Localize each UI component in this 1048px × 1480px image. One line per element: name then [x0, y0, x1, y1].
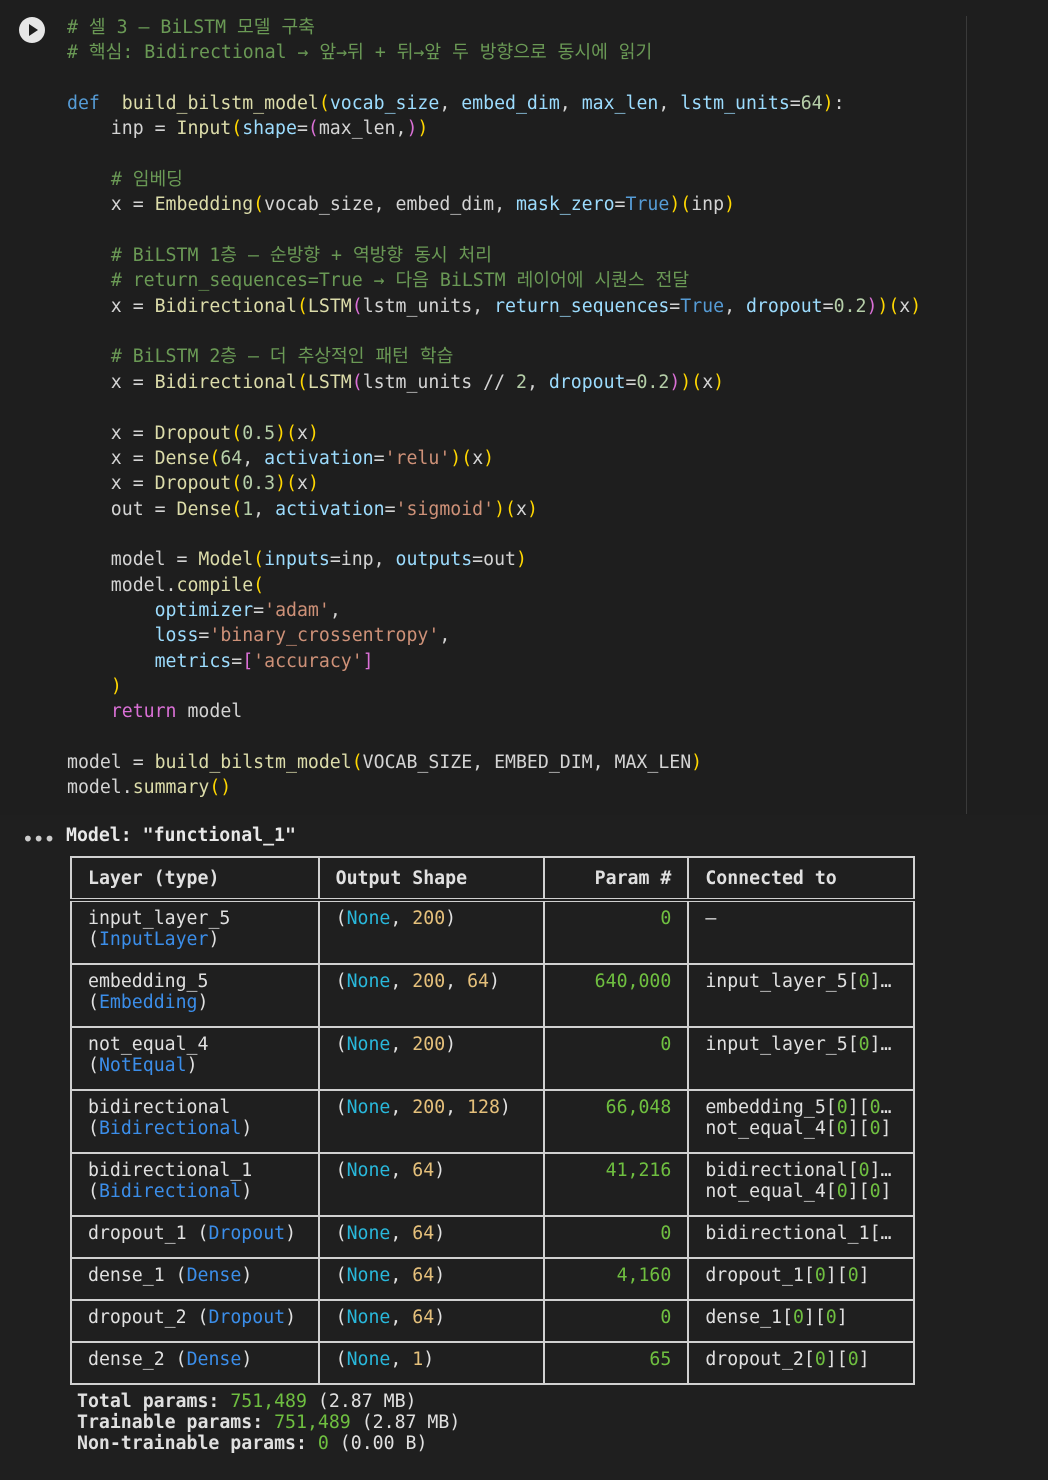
connected-cell: input_layer_5[0]… — [687, 963, 915, 1028]
connected-cell: dropout_1[0][0] — [687, 1257, 915, 1301]
code-line: # BiLSTM 1층 — 순방향 + 역방향 동시 처리 — [110, 245, 492, 267]
model-summary-table: Layer (type) Output Shape Param # Connec… — [70, 856, 915, 1385]
table-row: bidirectional_1 (Bidirectional) (None, 64)… — [70, 1152, 915, 1217]
table-row: bidirectional (Bidirectional) (None, 200, … — [70, 1089, 915, 1154]
code-line: inp = Input(shape=(max_len,)) — [67, 118, 429, 140]
cell-output: ••• Model: "functional_1" Layer (type) O… — [0, 815, 1048, 1480]
output-shape-cell: (None, 64) — [317, 1152, 545, 1217]
table-row: dense_2 (Dense) (None, 1) 65 dropout_2[0][0… — [70, 1341, 915, 1385]
header-layer: Layer (type) — [70, 856, 320, 901]
trainable-params-line: Trainable params: 751,489 (2.87 MB) — [77, 1412, 461, 1433]
code-line: # 핵심: Bidirectional → 앞→뒤 + 뒤→앞 두 방향으로 동… — [67, 42, 653, 64]
output-shape-cell: (None, 1) — [317, 1341, 545, 1385]
model-title-label: Model: — [66, 825, 143, 846]
output-shape-cell: (None, 200) — [317, 1026, 545, 1091]
code-line: x = Dropout(0.3)(x) — [67, 473, 319, 495]
code-line: model.summary() — [67, 777, 232, 799]
param-cell: 0 — [542, 1215, 690, 1259]
code-line: model.compile( — [67, 574, 265, 596]
code-line: # 임베딩 — [110, 169, 183, 191]
param-cell: 4,160 — [542, 1257, 690, 1301]
connected-cell: dropout_2[0][0] — [687, 1341, 915, 1385]
code-line: out = Dense(1, activation='sigmoid')(x) — [67, 498, 538, 520]
more-icon[interactable]: ••• — [22, 827, 55, 851]
connected-cell: bidirectional_1[… — [687, 1215, 915, 1259]
output-shape-cell: (None, 200, 128) — [317, 1089, 545, 1154]
model-title-value: "functional_1" — [142, 825, 296, 846]
param-cell: 66,048 — [542, 1089, 690, 1154]
layer-cell: input_layer_5 (InputLayer) — [70, 899, 320, 965]
layer-cell: dense_2 (Dense) — [70, 1341, 320, 1385]
code-line: optimizer='adam', — [154, 599, 341, 621]
total-params-line: Total params: 751,489 (2.87 MB) — [77, 1391, 417, 1412]
connected-cell: embedding_5[0][0… not_equal_4[0][0] — [687, 1089, 915, 1154]
code-line: # return_sequences=True → 다음 BiLSTM 레이어에… — [110, 270, 690, 292]
table-row: not_equal_4 (NotEqual) (None, 200) 0 input_l… — [70, 1026, 915, 1091]
play-icon — [29, 24, 38, 36]
header-output-shape: Output Shape — [317, 856, 545, 901]
table-header-row: Layer (type) Output Shape Param # Connec… — [70, 856, 915, 901]
table-row: dense_1 (Dense) (None, 64) 4,160 dropout_1[… — [70, 1257, 915, 1301]
code-line: metrics=['accuracy'] — [154, 650, 374, 672]
param-cell: 41,216 — [542, 1152, 690, 1217]
code-line: model = Model(inputs=inp, outputs=out) — [67, 549, 527, 571]
layer-cell: dense_1 (Dense) — [70, 1257, 320, 1301]
connected-cell: dense_1[0][0] — [687, 1299, 915, 1343]
connected-cell: – — [687, 899, 915, 965]
code-editor[interactable]: # 셀 3 — BiLSTM 모델 구축 # 핵심: Bidirectional … — [67, 15, 921, 801]
model-title: Model: "functional_1" — [66, 825, 296, 846]
table-row: dropout_1 (Dropout) (None, 64) 0 bidirectio… — [70, 1215, 915, 1259]
output-shape-cell: (None, 64) — [317, 1257, 545, 1301]
param-cell: 640,000 — [542, 963, 690, 1028]
code-line: x = Embedding(vocab_size, embed_dim, mas… — [67, 194, 736, 216]
code-cell[interactable]: # 셀 3 — BiLSTM 모델 구축 # 핵심: Bidirectional … — [0, 0, 1048, 815]
output-shape-cell: (None, 200) — [317, 899, 545, 965]
param-cell: 0 — [542, 1026, 690, 1091]
code-line: def build_bilstm_model(vocab_size, embed… — [67, 93, 845, 115]
code-line: ) — [110, 675, 122, 697]
code-line: loss='binary_crossentropy', — [154, 625, 451, 647]
param-cell: 0 — [542, 899, 690, 965]
layer-cell: dropout_1 (Dropout) — [70, 1215, 320, 1259]
run-cell-button[interactable] — [19, 17, 45, 43]
header-connected: Connected to — [687, 856, 915, 901]
layer-cell: bidirectional_1 (Bidirectional) — [70, 1152, 320, 1217]
header-param: Param # — [542, 856, 690, 901]
table-row: dropout_2 (Dropout) (None, 64) 0 dense_1[0]… — [70, 1299, 915, 1343]
code-line: model = build_bilstm_model(VOCAB_SIZE, E… — [67, 751, 703, 773]
cell-divider — [966, 16, 967, 814]
layer-cell: bidirectional (Bidirectional) — [70, 1089, 320, 1154]
table-row: embedding_5 (Embedding) (None, 200, 64) 640… — [70, 963, 915, 1028]
code-line: x = Bidirectional(LSTM(lstm_units // 2, … — [67, 371, 725, 393]
code-line: x = Dense(64, activation='relu')(x) — [67, 447, 495, 469]
code-line: # BiLSTM 2층 — 더 추상적인 패턴 학습 — [110, 346, 454, 368]
layer-cell: dropout_2 (Dropout) — [70, 1299, 320, 1343]
layer-cell: not_equal_4 (NotEqual) — [70, 1026, 320, 1091]
param-cell: 65 — [542, 1341, 690, 1385]
connected-cell: input_layer_5[0]… — [687, 1026, 915, 1091]
connected-cell: bidirectional[0]… not_equal_4[0][0] — [687, 1152, 915, 1217]
layer-cell: embedding_5 (Embedding) — [70, 963, 320, 1028]
param-cell: 0 — [542, 1299, 690, 1343]
nontrainable-params-line: Non-trainable params: 0 (0.00 B) — [77, 1433, 428, 1454]
code-line: # 셀 3 — BiLSTM 모델 구축 — [67, 17, 315, 38]
code-line: return model — [110, 701, 243, 723]
code-line: x = Bidirectional(LSTM(lstm_units, retur… — [67, 295, 922, 317]
code-line: x = Dropout(0.5)(x) — [67, 422, 319, 444]
output-shape-cell: (None, 64) — [317, 1299, 545, 1343]
output-shape-cell: (None, 200, 64) — [317, 963, 545, 1028]
output-shape-cell: (None, 64) — [317, 1215, 545, 1259]
table-row: input_layer_5 (InputLayer) (None, 200) 0– — [70, 899, 915, 965]
params-totals: Total params: 751,489 (2.87 MB) Trainable… — [77, 1391, 460, 1454]
